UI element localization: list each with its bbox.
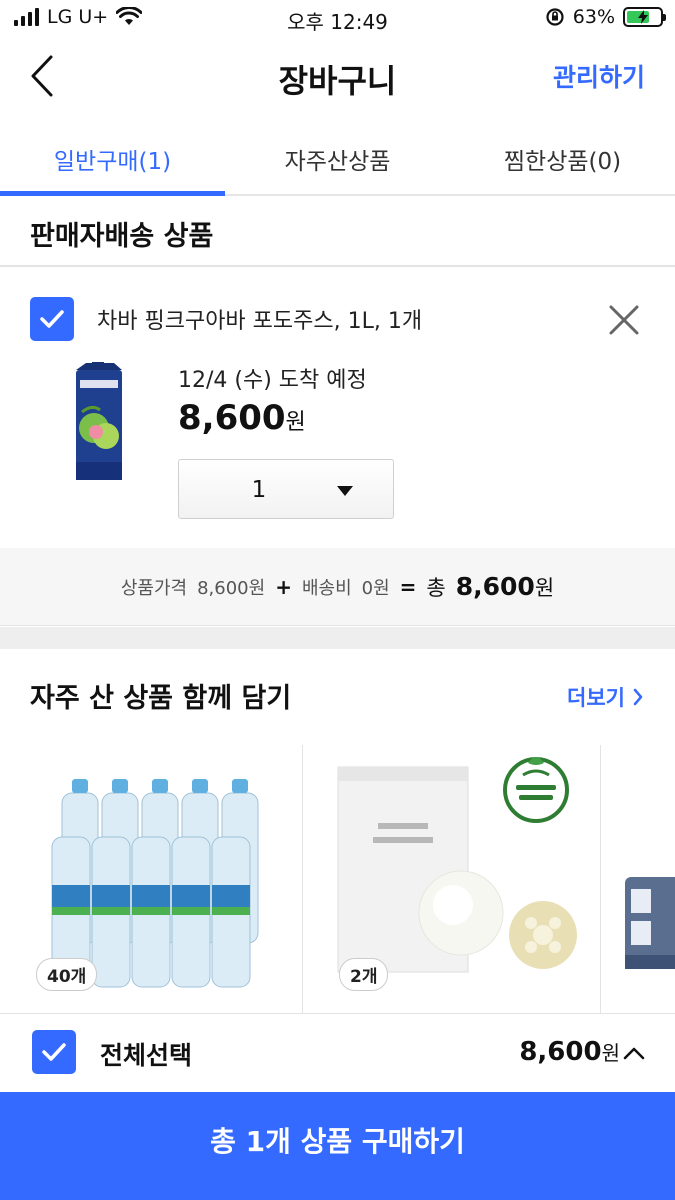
product-image[interactable] <box>70 362 130 482</box>
pack-count-badge: 2개 <box>339 958 389 991</box>
frequent-section-title: 자주 산 상품 함께 담기 <box>30 683 292 714</box>
manage-button[interactable]: 관리하기 <box>553 58 645 94</box>
shipping-label: 배송비 <box>301 577 352 599</box>
divider <box>0 1013 675 1014</box>
divider <box>0 265 675 267</box>
seller-shipping-section-title: 판매자배송 상품 <box>30 221 214 252</box>
orientation-lock-icon <box>546 8 564 26</box>
header: 장바구니 관리하기 <box>0 40 675 112</box>
tab-general-purchase[interactable]: 일반구매(1) <box>0 126 225 196</box>
more-link-label: 더보기 <box>567 686 625 710</box>
tab-frequently-bought[interactable]: 자주산상품 <box>225 126 450 194</box>
quantity-select[interactable]: 1 <box>178 459 394 519</box>
chevron-right-icon <box>633 688 643 706</box>
recommended-product-card[interactable]: 40개 <box>0 745 303 1013</box>
select-all-checkbox[interactable] <box>32 1030 76 1074</box>
section-gap <box>0 627 675 649</box>
purchase-button-label: 총 1개 상품 구매하기 <box>210 1125 465 1158</box>
equals-sign: = <box>399 574 417 599</box>
product-image <box>625 877 675 969</box>
item-name[interactable]: 차바 핑크구아바 포도주스, 1L, 1개 <box>97 303 422 335</box>
recommended-product-card[interactable]: 2개 <box>303 745 601 1013</box>
item-checkbox[interactable] <box>30 297 74 341</box>
delivery-estimate: 12/4 (수) 도착 예정 <box>178 368 367 393</box>
pack-count-badge: 40개 <box>36 958 98 991</box>
status-right: 63% <box>545 6 666 28</box>
check-icon <box>40 310 64 328</box>
bottom-total-currency: 원 <box>601 1041 620 1065</box>
item-price-currency: 원 <box>285 410 306 435</box>
item-price-value: 8,600 <box>178 398 286 438</box>
back-button[interactable] <box>20 52 64 100</box>
recommended-products: 40개 2개 <box>0 745 675 1013</box>
recommended-product-card[interactable] <box>601 745 675 1013</box>
product-price-label: 상품가격 <box>120 577 188 599</box>
battery-percent: 63% <box>572 6 615 28</box>
plus-sign: + <box>275 574 292 599</box>
price-summary: 상품가격 8,600원 + 배송비 0원 = 총 8,600원 <box>0 548 675 626</box>
check-icon <box>42 1043 66 1061</box>
close-icon <box>609 305 639 335</box>
summary-total-value: 8,600 <box>455 571 535 601</box>
product-price-value: 8,600원 <box>197 577 266 599</box>
purchase-button[interactable]: 총 1개 상품 구매하기 <box>0 1092 675 1200</box>
remove-item-button[interactable] <box>604 300 644 340</box>
item-price: 8,600원 <box>178 398 306 438</box>
caret-down-icon <box>337 486 353 496</box>
select-all-label[interactable]: 전체선택 <box>100 1036 192 1072</box>
quantity-value: 1 <box>251 477 267 503</box>
bottom-total-toggle[interactable]: 8,600 원 <box>519 1037 645 1067</box>
summary-total-currency: 원 <box>534 575 555 600</box>
chevron-up-icon <box>623 1047 645 1060</box>
bottom-total-value: 8,600 <box>519 1037 602 1067</box>
total-label: 총 <box>426 575 446 600</box>
battery-icon <box>623 7 666 27</box>
chevron-left-icon <box>31 55 53 97</box>
shipping-value: 0원 <box>361 577 390 599</box>
summary-total: 8,600원 <box>456 572 554 602</box>
status-bar: LG U+ 오후 12:49 63% <box>0 0 675 40</box>
tab-bar: 일반구매(1) 자주산상품 찜한상품(0) <box>0 126 675 196</box>
more-link[interactable]: 더보기 <box>567 682 643 712</box>
tab-wishlist[interactable]: 찜한상품(0) <box>450 126 675 194</box>
